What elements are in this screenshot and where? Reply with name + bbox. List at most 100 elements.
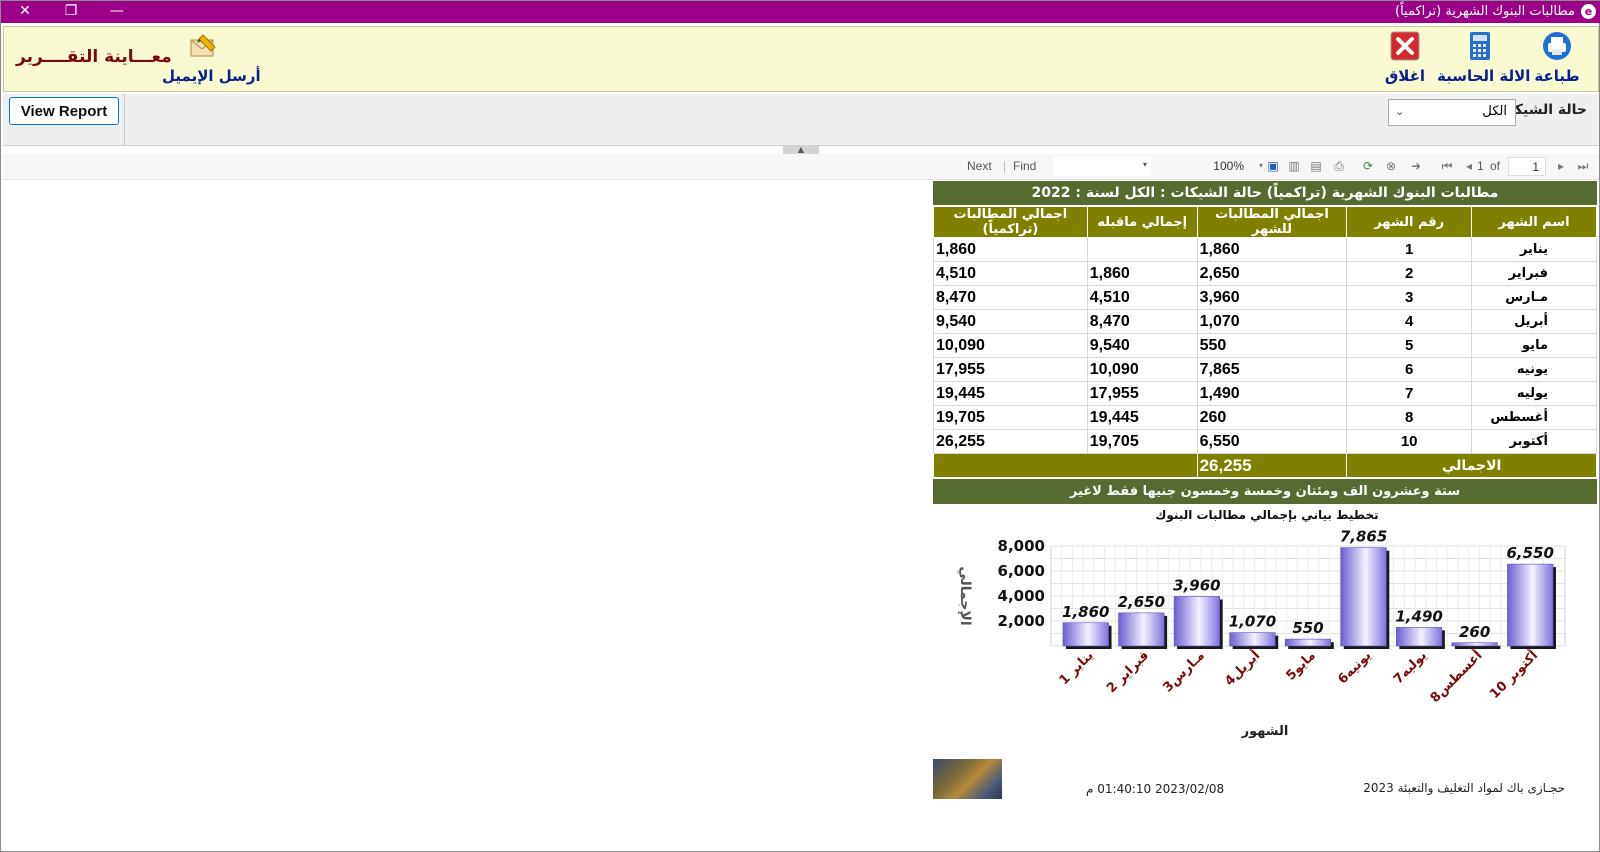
month-total-cell: 260: [1196, 405, 1348, 430]
previous-total-cell: 19,445: [1086, 405, 1198, 430]
chart-bar: [1396, 627, 1443, 647]
chart-x-tick-label: مايو5: [1283, 648, 1318, 683]
print-label: طباعة: [1534, 67, 1580, 85]
document-map-icon[interactable]: ▥: [1286, 158, 1302, 174]
report-title: مطالبات البنوك الشهرية (تراكمياً) حالة ا…: [933, 181, 1597, 206]
table-body: يناير 1 1,860 1,860 فبراير 2 2,650 1,860 4,510 مـ…: [933, 237, 1597, 454]
previous-page-icon[interactable]: ◂: [1461, 158, 1477, 174]
param-divider: [124, 94, 125, 146]
last-page-icon[interactable]: ⏭: [1575, 158, 1591, 174]
find-input[interactable]: ▾: [1053, 157, 1151, 176]
export-dropdown-icon[interactable]: ▾: [1253, 158, 1269, 174]
printer-icon: [1543, 32, 1571, 60]
send-email-button[interactable]: أرسل الإيميل: [162, 31, 261, 85]
month-total-cell: 1,070: [1196, 309, 1348, 334]
back-icon[interactable]: ➜: [1408, 158, 1424, 174]
calculator-button[interactable]: الالة الحاسبة: [1437, 31, 1530, 85]
cumulative-total-cell: 9,540: [933, 309, 1088, 334]
chart-data-label: 1,490: [1395, 607, 1442, 625]
page-of-label: of: [1490, 159, 1501, 173]
print-icon[interactable]: ⎙: [1331, 158, 1347, 174]
email-label: أرسل الإيميل: [162, 67, 261, 85]
table-row: فبراير 2 2,650 1,860 4,510: [933, 261, 1597, 286]
check-status-value: الكل: [1482, 104, 1507, 119]
title-bar: ✕ ❐ — مطالبات البنوك الشهرية (تراكمياً) …: [1, 1, 1600, 23]
total-value: 26,255: [1196, 453, 1348, 478]
table-row: يوليه 7 1,490 17,955 19,445: [933, 381, 1597, 406]
find-link[interactable]: Find: [1013, 159, 1036, 173]
restore-window-button[interactable]: ❐: [51, 1, 91, 23]
cumulative-total-cell: 26,255: [933, 429, 1088, 454]
company-footer: حجـازى باك لمواد التغليف والتعبئة 2023: [1363, 781, 1565, 795]
check-status-select[interactable]: الكل ⌄: [1388, 99, 1516, 126]
month-name-cell: أغسطس: [1471, 405, 1597, 430]
chart-x-tick-label: يوليه7: [1391, 648, 1430, 687]
page-setup-icon[interactable]: ▤: [1308, 158, 1324, 174]
month-total-cell: 1,490: [1196, 381, 1348, 406]
chart-y-axis-label: الإجمالي: [957, 566, 973, 625]
table-row: يناير 1 1,860 1,860: [933, 237, 1597, 262]
page-total: 1: [1477, 159, 1484, 173]
chart-x-tick-label: فبراير 2: [1104, 648, 1152, 696]
chart-bar: [1229, 632, 1276, 647]
month-name-cell: فبراير: [1471, 261, 1597, 286]
chart-x-axis-label: الشهور: [1241, 724, 1289, 739]
cumulative-total-cell: 19,445: [933, 381, 1088, 406]
email-icon: [190, 34, 216, 57]
chart-data-label: 3,960: [1173, 577, 1220, 595]
chart-x-tick-label: يناير 1: [1057, 648, 1097, 688]
total-empty-cell: [933, 453, 1198, 478]
cumulative-total-cell: 10,090: [933, 333, 1088, 358]
find-dropdown-icon: ▾: [1142, 160, 1147, 169]
chart-bar: [1507, 563, 1554, 647]
refresh-icon[interactable]: ⟳: [1360, 158, 1376, 174]
chart-x-tick-label: أبريل4: [1221, 647, 1263, 689]
chart-title: تخطيط بياني بإجمالي مطالبات البنوك: [1155, 508, 1378, 523]
chart-data-label: 7,865: [1340, 528, 1387, 546]
page-number-input[interactable]: 1: [1508, 157, 1546, 176]
zoom-select[interactable]: 100%: [1188, 157, 1248, 176]
main-toolbar: طباعة الالة الحاسبة اغلاق أرسل الإيميل م…: [3, 26, 1599, 92]
chart-bar: [1173, 596, 1220, 647]
chart-x-tick-label: أكتوبر 10: [1486, 647, 1541, 702]
minimize-window-button[interactable]: —: [97, 1, 137, 23]
month-total-cell: 6,550: [1196, 429, 1348, 454]
chart-data-label: 1,070: [1229, 613, 1276, 631]
app-icon: e: [1581, 4, 1596, 19]
month-name-cell: يناير: [1471, 237, 1597, 262]
close-window-button[interactable]: ✕: [5, 1, 45, 23]
total-in-words: ستة وعشرون الف ومئتان وخمسة وخمسون جنيها…: [933, 478, 1597, 504]
chart-y-ticks: 2,000 4,000 6,000 8,000: [998, 537, 1045, 630]
first-page-icon[interactable]: ⏮: [1439, 158, 1455, 174]
next-page-icon[interactable]: ▸: [1553, 158, 1569, 174]
chart-y-tick-label: 2,000: [998, 612, 1045, 630]
table-header-row: اسم الشهر رقم الشهر اجمالي المطالبات للش…: [933, 206, 1597, 238]
chart-data-label: 260: [1459, 623, 1490, 641]
total-row: الاجمالي 26,255: [933, 453, 1597, 478]
cumulative-total-cell: 8,470: [933, 285, 1088, 310]
print-button[interactable]: طباعة: [1532, 31, 1582, 85]
calculator-icon: [1470, 32, 1490, 60]
window-title: مطالبات البنوك الشهرية (تراكمياً): [1395, 4, 1575, 19]
previous-total-cell: 17,955: [1086, 381, 1198, 406]
month-number-cell: 2: [1346, 261, 1473, 286]
month-number-cell: 7: [1346, 381, 1473, 406]
col-header-month-name: اسم الشهر: [1471, 206, 1597, 238]
previous-total-cell: 10,090: [1086, 357, 1198, 382]
col-header-cumulative-total: اجمالي المطالبات (تراكمياً): [933, 206, 1088, 238]
chart-y-tick-label: 6,000: [998, 562, 1045, 580]
chart-x-tick-label: أغسطس8: [1426, 647, 1485, 706]
close-button[interactable]: اغلاق: [1382, 31, 1428, 85]
collapse-params-handle[interactable]: ▲: [783, 146, 819, 154]
cumulative-total-cell: 1,860: [933, 237, 1088, 262]
chart-bar: [1451, 642, 1498, 647]
table-row: يونيه 6 7,865 10,090 17,955: [933, 357, 1597, 382]
month-number-cell: 3: [1346, 285, 1473, 310]
table-row: أغسطس 8 260 19,445 19,705: [933, 405, 1597, 430]
month-name-cell: أبريل: [1471, 309, 1597, 334]
view-report-button[interactable]: View Report: [9, 97, 119, 125]
find-next-link[interactable]: Next: [967, 159, 992, 173]
chart-bar: [1118, 612, 1165, 647]
month-name-cell: أكتوبر: [1471, 429, 1597, 454]
stop-icon[interactable]: ⊗: [1383, 158, 1399, 174]
